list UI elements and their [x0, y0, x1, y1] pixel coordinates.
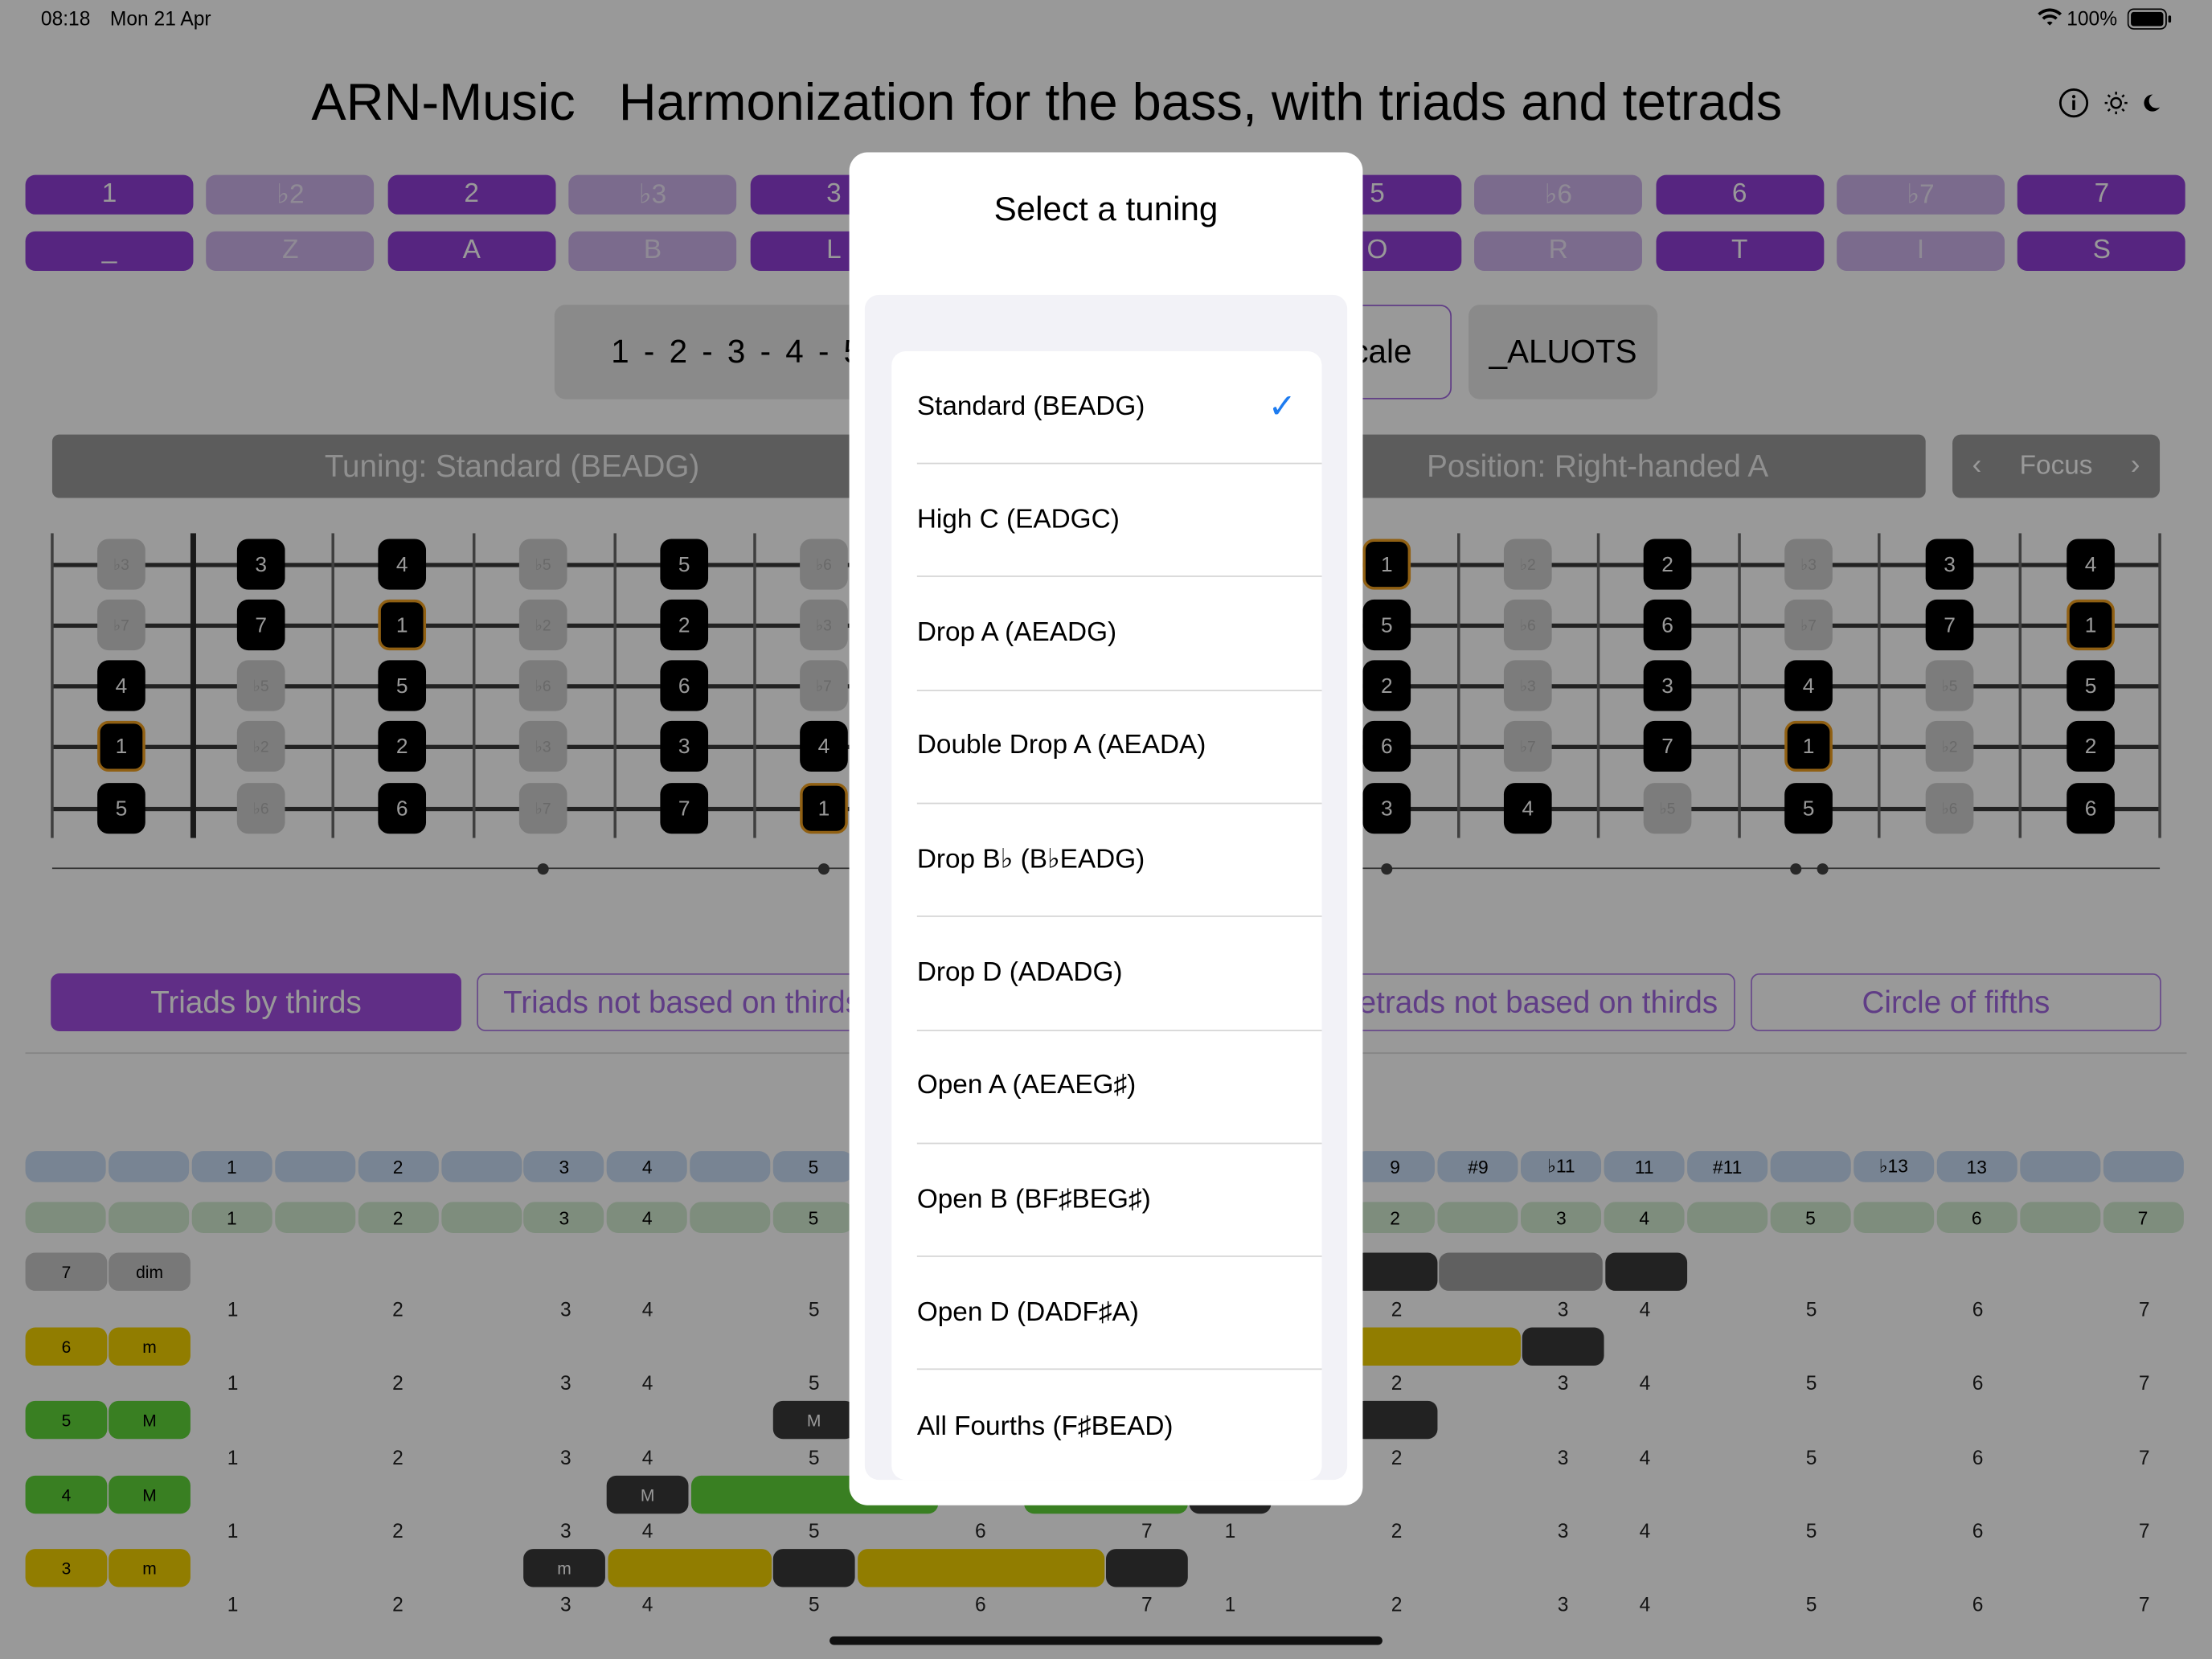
- tuning-option[interactable]: Drop A (AEADG): [916, 578, 1322, 691]
- checkmark-icon: ✓: [1268, 387, 1296, 427]
- tuning-option[interactable]: Drop B♭ (B♭EADG): [916, 805, 1322, 918]
- tuning-option[interactable]: Open A (AEAEG♯): [916, 1031, 1322, 1145]
- tuning-option[interactable]: Double Drop A (AEADA): [916, 691, 1322, 805]
- tuning-list: Standard (BEADG) ✓ High C (EADGC) Drop A (A…: [891, 351, 1322, 1481]
- tuning-option-label: Drop A (AEADG): [916, 617, 1117, 648]
- tuning-option-label: Double Drop A (AEADA): [916, 731, 1206, 761]
- tuning-option[interactable]: Standard (BEADG) ✓: [916, 351, 1322, 465]
- tuning-option-label: Open D (DADF♯A): [916, 1297, 1139, 1328]
- tuning-sheet: Select a tuning Standard (BEADG) ✓ High C …: [849, 152, 1363, 1505]
- tuning-option[interactable]: High C (EADGC): [916, 465, 1322, 578]
- tuning-option-label: Open A (AEAEG♯): [916, 1071, 1137, 1101]
- home-indicator[interactable]: [830, 1636, 1382, 1645]
- tuning-option-label: All Fourths (F♯BEAD): [916, 1411, 1174, 1442]
- tuning-option-label: High C (EADGC): [916, 504, 1120, 535]
- tuning-option[interactable]: All Fourths (F♯BEAD): [917, 1370, 1322, 1480]
- tuning-option[interactable]: Open B (BF♯BEG♯): [916, 1145, 1322, 1257]
- tuning-option-label: Drop B♭ (B♭EADG): [916, 845, 1145, 875]
- tuning-option-label: Standard (BEADG): [916, 391, 1145, 421]
- tuning-option[interactable]: Drop D (ADADG): [916, 918, 1322, 1031]
- tuning-option-label: Open B (BF♯BEG♯): [916, 1184, 1151, 1215]
- app-screen: 08:18 Mon 21 Apr 100% ARN-Music Harmoniz…: [0, 0, 2212, 1659]
- tuning-option[interactable]: Open D (DADF♯A): [916, 1257, 1322, 1370]
- tuning-option-label: Drop D (ADADG): [916, 957, 1123, 988]
- sheet-title: Select a tuning: [993, 190, 1219, 229]
